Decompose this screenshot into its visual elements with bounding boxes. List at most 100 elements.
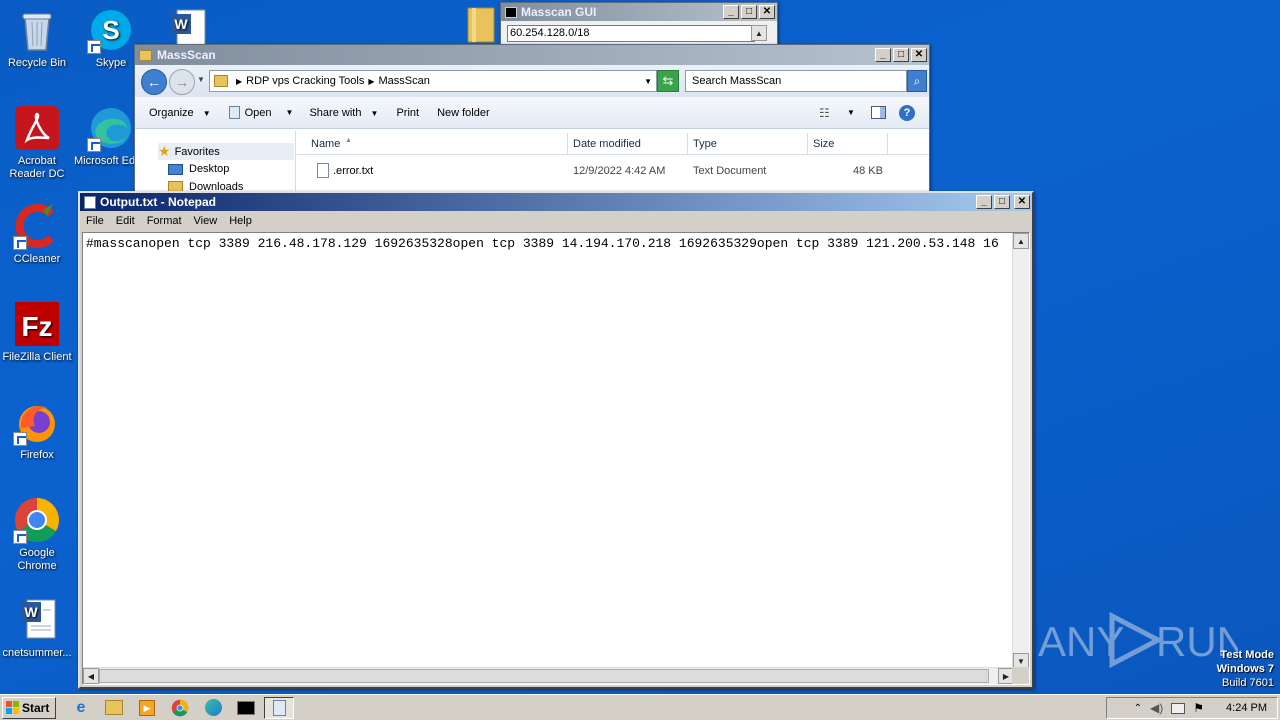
scroll-up-button[interactable]: ▲ (1013, 233, 1029, 249)
speaker-icon[interactable]: ◀) (1150, 701, 1163, 715)
masscan-gui-window[interactable]: Masscan GUI _ □ ✕ 60.254.128.0/18 ▲ (500, 2, 778, 46)
size-grip[interactable] (1012, 667, 1029, 684)
window-title: Masscan GUI (521, 5, 597, 19)
recycle-bin-icon (13, 6, 61, 54)
maximize-button[interactable]: □ (741, 5, 757, 19)
desktop-icon-cnetsummer[interactable]: W cnetsummer... (0, 596, 74, 660)
explorer-titlebar[interactable]: MassScan _ □ ✕ (135, 45, 929, 65)
menu-edit[interactable]: Edit (110, 215, 141, 227)
view-options-icon[interactable]: ☷ (819, 106, 830, 120)
show-hidden-icons-button[interactable]: ⌃ (1134, 703, 1142, 714)
column-header-size[interactable]: Size (813, 138, 834, 150)
notepad-text-area[interactable]: #masscanopen tcp 3389 216.48.178.129 169… (82, 232, 1030, 685)
notepad-titlebar[interactable]: Output.txt - Notepad _ □ ✕ (80, 193, 1032, 211)
column-header-date[interactable]: Date modified (573, 138, 641, 150)
desktop-icon-label: Microsoft Edge (74, 155, 134, 167)
taskbar-chrome-button[interactable] (165, 697, 195, 719)
forward-button[interactable]: → (169, 69, 195, 95)
column-header-name[interactable]: Name (311, 138, 340, 150)
action-center-flag-icon[interactable]: ⚑ (1193, 701, 1204, 715)
open-button[interactable]: Open ▼ (228, 106, 294, 119)
skype-icon: S (87, 6, 135, 54)
desktop-icon-label: Acrobat Reader DC (9, 155, 65, 180)
cmd-icon (237, 700, 255, 715)
filezilla-icon: Fz (13, 300, 61, 348)
taskbar-explorer-button[interactable] (99, 697, 129, 719)
search-button[interactable]: ⌕ (907, 70, 927, 92)
chevron-down-icon: ▼ (202, 108, 211, 118)
table-row[interactable]: .error.txt 12/9/2022 4:42 AM Text Docume… (297, 161, 929, 181)
command-bar: Organize ▼ Open ▼ Share with ▼ Print New… (135, 97, 929, 129)
star-icon: ★ (158, 143, 171, 159)
chevron-down-icon[interactable]: ▼ (847, 108, 855, 117)
clock[interactable]: 4:24 PM (1226, 702, 1267, 714)
masscan-gui-titlebar[interactable]: Masscan GUI _ □ ✕ (501, 3, 777, 21)
address-dropdown-icon[interactable]: ▼ (644, 77, 652, 86)
menu-format[interactable]: Format (141, 215, 188, 227)
notepad-icon (228, 106, 240, 119)
menu-help[interactable]: Help (223, 215, 258, 227)
menu-view[interactable]: View (188, 215, 224, 227)
scroll-left-button[interactable]: ◀ (83, 668, 99, 684)
desktop-icon-firefox[interactable]: Firefox (0, 398, 74, 462)
minimize-button[interactable]: _ (875, 48, 891, 62)
maximize-button[interactable]: □ (893, 48, 909, 62)
taskbar-cmd-button[interactable] (231, 697, 261, 719)
minimize-button[interactable]: _ (976, 195, 992, 209)
print-button[interactable]: Print (396, 107, 419, 119)
ip-range-input[interactable]: 60.254.128.0/18 (507, 25, 755, 42)
address-bar[interactable]: ▶ RDP vps Cracking Tools ▶ MassScan ▼ (209, 70, 657, 92)
taskbar-ie-button[interactable]: e (66, 697, 96, 719)
start-button[interactable]: Start (2, 696, 56, 719)
navigation-pane: ★ Favorites Desktop Downloads (136, 131, 296, 195)
desktop-icon-ccleaner[interactable]: CCleaner (0, 202, 74, 266)
close-button[interactable]: ✕ (1014, 195, 1030, 209)
maximize-button[interactable]: □ (994, 195, 1010, 209)
nav-favorites[interactable]: ★ Favorites (158, 143, 294, 160)
search-placeholder: Search MassScan (692, 75, 782, 87)
desktop-icon-acrobat[interactable]: Acrobat Reader DC (0, 104, 74, 181)
edge-icon (204, 699, 222, 716)
internet-explorer-icon: e (76, 698, 86, 716)
recent-pages-dropdown-icon[interactable]: ▼ (197, 75, 205, 84)
close-button[interactable]: ✕ (759, 5, 775, 19)
folder-icon[interactable] (466, 6, 496, 44)
vertical-scrollbar[interactable]: ▲ ▼ (1012, 233, 1029, 669)
chevron-down-icon: ▼ (285, 108, 294, 117)
explorer-window[interactable]: MassScan _ □ ✕ ← → ▼ ▶ RDP vps Cracking … (134, 44, 930, 195)
back-button[interactable]: ← (141, 69, 167, 95)
svg-text:W: W (174, 16, 188, 32)
search-box[interactable]: Search MassScan (685, 70, 907, 92)
scroll-thumb[interactable] (99, 669, 989, 683)
share-with-button[interactable]: Share with ▼ (309, 107, 378, 119)
column-header-type[interactable]: Type (693, 138, 717, 150)
refresh-button[interactable]: ⇆ (657, 70, 679, 92)
desktop-icon-filezilla[interactable]: Fz FileZilla Client (0, 300, 74, 364)
minimize-button[interactable]: _ (723, 5, 739, 19)
taskbar-notepad-button[interactable] (264, 696, 294, 719)
desktop-icon-recycle-bin[interactable]: Recycle Bin (0, 6, 74, 70)
desktop-icon-chrome[interactable]: Google Chrome (0, 496, 74, 573)
menu-file[interactable]: File (80, 215, 110, 227)
scroll-up-button[interactable]: ▲ (751, 25, 767, 41)
svg-text:W: W (24, 604, 38, 620)
organize-button[interactable]: Organize ▼ (149, 107, 211, 119)
nav-desktop[interactable]: Desktop (168, 163, 229, 175)
new-folder-button[interactable]: New folder (437, 107, 490, 119)
horizontal-scrollbar[interactable]: ◀ ▶ (83, 667, 1014, 684)
network-icon[interactable] (1171, 702, 1186, 714)
preview-pane-icon[interactable] (871, 106, 886, 119)
desktop-icon-label: cnetsummer... (2, 647, 72, 659)
breadcrumb-item[interactable]: RDP vps Cracking Tools (246, 75, 364, 87)
forward-arrow-icon: → (175, 74, 189, 90)
refresh-icon: ⇆ (662, 73, 674, 88)
taskbar-media-player-button[interactable]: ▶ (132, 697, 162, 719)
breadcrumb-item[interactable]: MassScan (379, 75, 430, 87)
chrome-icon (13, 496, 61, 544)
taskbar-edge-button[interactable] (198, 697, 228, 719)
notepad-content: #masscanopen tcp 3389 216.48.178.129 169… (86, 236, 999, 251)
close-button[interactable]: ✕ (911, 48, 927, 62)
shortcut-arrow-icon (13, 530, 27, 544)
notepad-window[interactable]: Output.txt - Notepad _ □ ✕ File Edit For… (78, 191, 1034, 689)
help-icon[interactable]: ? (899, 104, 915, 121)
